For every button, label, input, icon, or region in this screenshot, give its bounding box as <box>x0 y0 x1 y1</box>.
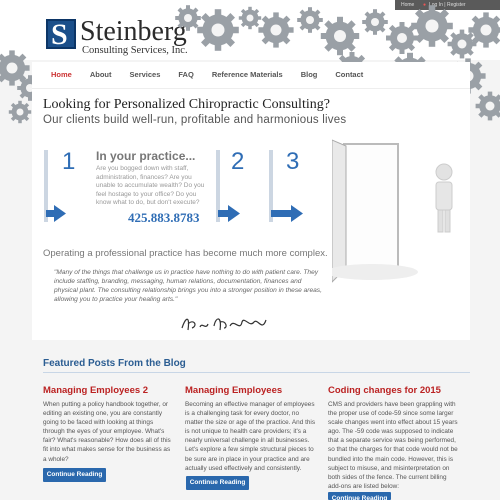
continue-reading-button[interactable]: Continue Reading <box>328 492 391 500</box>
nav-item-faq[interactable]: FAQ <box>169 66 202 86</box>
utility-bar: Home ● Log In | Register <box>0 0 500 10</box>
step-2-number: 2 <box>231 148 245 175</box>
nav-item-blog[interactable]: Blog <box>292 66 327 86</box>
utility-links: Home ● Log In | Register <box>395 0 500 10</box>
login-register-link[interactable]: Log In | Register <box>429 2 466 8</box>
post-excerpt: Becoming an effective manager of employe… <box>185 401 316 472</box>
featured-divider <box>43 372 470 373</box>
nav-item-contact[interactable]: Contact <box>326 66 372 86</box>
post-title[interactable]: Managing Employees 2 <box>43 385 175 396</box>
hero-card: Home About Services FAQ Reference Materi… <box>32 62 470 340</box>
hero-subtitle: Our clients build well-run, profitable a… <box>43 114 347 126</box>
logo-mark[interactable]: S <box>46 18 76 51</box>
blog-post-card: Managing Employees 2 When putting a poli… <box>43 385 175 464</box>
post-excerpt: When putting a policy handbook together,… <box>43 401 171 463</box>
post-excerpt: CMS and providers have been grappling wi… <box>328 401 458 490</box>
signature-image <box>181 318 267 331</box>
nav-item-about[interactable]: About <box>81 66 121 86</box>
nav-divider <box>32 88 470 89</box>
post-title[interactable]: Managing Employees <box>185 385 317 396</box>
brand-subtitle: Consulting Services, Inc. <box>82 45 188 56</box>
open-door-illustration <box>332 139 453 283</box>
lock-icon: ● <box>423 2 427 8</box>
main-nav: Home About Services FAQ Reference Materi… <box>42 66 372 86</box>
blog-post-card: Coding changes for 2015 CMS and provider… <box>328 385 460 491</box>
phone-number[interactable]: 425.883.8783 <box>128 210 200 226</box>
continue-reading-button[interactable]: Continue Reading <box>186 476 249 490</box>
featured-heading: Featured Posts From the Blog <box>43 358 186 369</box>
brand-name[interactable]: Steinberg <box>80 18 187 46</box>
site-header: S Steinberg Consulting Services, Inc. <box>0 10 500 60</box>
utility-home-link[interactable]: Home <box>401 2 414 8</box>
step-3-number: 3 <box>286 148 300 175</box>
continue-reading-button[interactable]: Continue Reading <box>43 468 106 482</box>
nav-item-services[interactable]: Services <box>121 66 170 86</box>
doctor-quote: "Many of the things that challenge us in… <box>54 269 322 303</box>
nav-item-home[interactable]: Home <box>42 66 81 86</box>
step-1-number: 1 <box>62 148 76 175</box>
practice-heading: In your practice... <box>96 149 196 163</box>
operating-statement: Operating a professional practice has be… <box>43 248 328 259</box>
blog-post-card: Managing Employees Becoming an effective… <box>185 385 317 473</box>
hero-title: Looking for Personalized Chiropractic Co… <box>43 97 330 112</box>
practice-text: Are you bogged down with staff, administ… <box>96 165 205 206</box>
post-title[interactable]: Coding changes for 2015 <box>328 385 460 396</box>
logo-letter: S <box>51 18 68 51</box>
nav-item-reference-materials[interactable]: Reference Materials <box>203 66 292 86</box>
